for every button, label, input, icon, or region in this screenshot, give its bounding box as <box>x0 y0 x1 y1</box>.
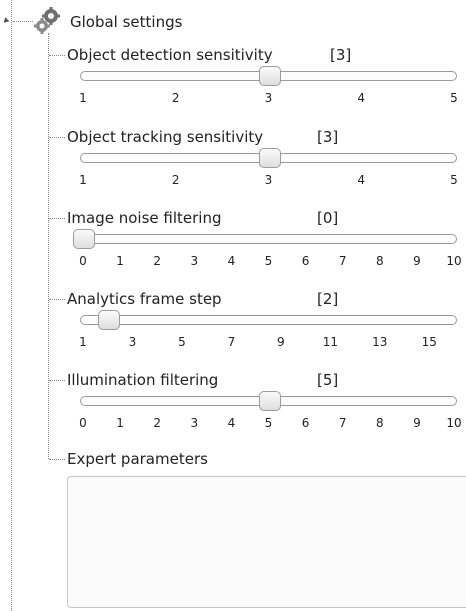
slider-tick-label: 7 <box>227 335 236 349</box>
slider-tick-label: 9 <box>277 335 285 349</box>
slider-tick-label: 1 <box>79 335 87 349</box>
slider-tick-label: 4 <box>357 173 366 187</box>
settings-tree-panel: Global settings Object detection sensiti… <box>0 0 466 611</box>
tree-branch-expert <box>49 459 65 460</box>
slider-tick-label: 4 <box>357 91 366 105</box>
expanded-arrow-icon[interactable] <box>1 17 10 25</box>
slider-tick-label: 7 <box>338 416 347 430</box>
slider-tick-label: 3 <box>190 254 199 268</box>
tree-branch-line <box>49 55 65 56</box>
setting-value: [0] <box>317 209 339 227</box>
slider-tick-label: 4 <box>227 416 236 430</box>
slider-track[interactable] <box>80 148 457 168</box>
slider-tick-label: 5 <box>178 335 186 349</box>
slider-tick-label: 8 <box>375 254 384 268</box>
slider-thumb[interactable] <box>258 148 281 168</box>
slider-tick-label: 2 <box>153 416 162 430</box>
tree-child-line <box>48 33 49 459</box>
slider-tick-label: 15 <box>421 335 437 349</box>
slider-tick-label: 6 <box>301 254 310 268</box>
slider-thumb[interactable] <box>97 310 120 330</box>
slider-tick-label: 1 <box>116 254 124 268</box>
slider-tick-label: 5 <box>450 91 458 105</box>
slider-tick-label: 2 <box>171 91 180 105</box>
setting-value: [3] <box>317 128 339 146</box>
expert-parameters-textarea[interactable] <box>67 476 466 608</box>
tree-root-branch <box>13 21 33 22</box>
tree-root-label[interactable]: Global settings <box>70 13 182 31</box>
slider-tick-label: 9 <box>413 254 421 268</box>
tree-branch-line <box>49 218 65 219</box>
slider-tick-label: 1 <box>79 173 87 187</box>
slider-tick-label: 2 <box>153 254 162 268</box>
slider-tick-label: 13 <box>372 335 388 349</box>
slider-track[interactable] <box>80 66 457 86</box>
slider-tick-label: 7 <box>338 254 347 268</box>
slider-tick-label: 4 <box>227 254 236 268</box>
setting-label: Object detection sensitivity <box>67 46 273 64</box>
slider-track[interactable] <box>73 229 457 249</box>
slider-tick-label: 3 <box>128 335 137 349</box>
slider-tick-label: 10 <box>446 416 462 430</box>
slider-tick-label: 0 <box>79 254 87 268</box>
slider-tick-label: 5 <box>264 416 273 430</box>
slider-tick-label: 10 <box>446 254 462 268</box>
slider-tick-label: 2 <box>171 173 180 187</box>
slider-tick-label: 6 <box>301 416 310 430</box>
slider-track[interactable] <box>80 391 457 411</box>
gears-icon <box>34 7 60 34</box>
tree-branch-line <box>49 380 65 381</box>
slider-tick-label: 3 <box>264 91 273 105</box>
slider-thumb[interactable] <box>258 391 281 411</box>
slider-thumb[interactable] <box>73 229 95 249</box>
tree-branch-line <box>49 299 65 300</box>
slider-tick-label: 3 <box>190 416 199 430</box>
slider-tick-label: 5 <box>450 173 458 187</box>
setting-value: [3] <box>330 46 352 64</box>
expert-parameters-label: Expert parameters <box>67 450 208 468</box>
slider-track[interactable] <box>80 310 457 330</box>
slider-tick-label: 1 <box>79 91 87 105</box>
slider-tick-label: 11 <box>322 335 338 349</box>
setting-value: [5] <box>317 371 339 389</box>
setting-label: Analytics frame step <box>67 290 222 308</box>
slider-tick-label: 1 <box>116 416 124 430</box>
slider-tick-label: 5 <box>264 254 273 268</box>
tree-root-line <box>11 0 12 611</box>
slider-tick-label: 0 <box>79 416 87 430</box>
setting-label: Image noise filtering <box>67 209 222 227</box>
setting-label: Illumination filtering <box>67 371 219 389</box>
setting-label: Object tracking sensitivity <box>67 128 264 146</box>
slider-tick-label: 9 <box>413 416 421 430</box>
setting-value: [2] <box>317 290 339 308</box>
slider-thumb[interactable] <box>258 66 281 86</box>
slider-tick-label: 8 <box>375 416 384 430</box>
slider-tick-label: 3 <box>264 173 273 187</box>
tree-branch-line <box>49 137 65 138</box>
